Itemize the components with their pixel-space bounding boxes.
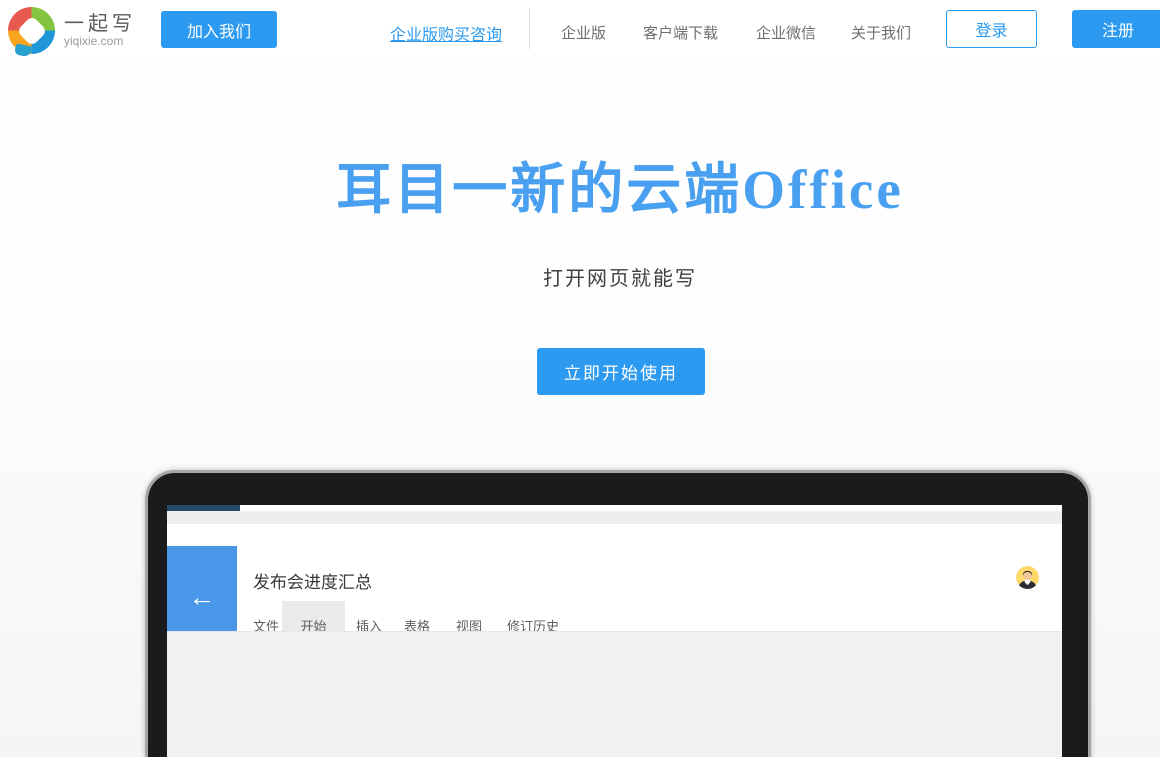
yiqixie-logo-icon [8, 7, 55, 54]
brand-name: 一起写 [64, 13, 136, 35]
login-button[interactable]: 登录 [946, 10, 1037, 48]
hero-title: 耳目一新的云端Office [336, 144, 904, 224]
top-navigation-bar: 一起写 yiqixie.com 加入我们 企业版购买咨询 企业版 客户端下载 企… [0, 0, 1160, 60]
laptop-mockup: ← 发布会进度汇总 文件 开始 插入 表格 视图 修订历史 [145, 470, 1091, 757]
laptop-screen: ← 发布会进度汇总 文件 开始 插入 表格 视图 修订历史 [167, 505, 1062, 757]
editor-header: ← 发布会进度汇总 文件 开始 插入 表格 视图 修订历史 [167, 524, 1062, 631]
logo-tail-shape [14, 43, 33, 57]
logo-white-x-shape [16, 15, 47, 46]
enterprise-consult-link[interactable]: 企业版购买咨询 [390, 21, 502, 45]
join-us-button[interactable]: 加入我们 [161, 11, 277, 48]
register-button[interactable]: 注册 [1072, 10, 1160, 48]
back-arrow-icon: ← [189, 584, 216, 611]
nav-divider [529, 8, 530, 49]
user-avatar[interactable] [1016, 566, 1039, 589]
avatar-person-icon [1016, 566, 1039, 589]
brand-domain: yiqixie.com [64, 35, 136, 48]
editor-canvas-area [167, 631, 1062, 757]
logo-text: 一起写 yiqixie.com [64, 13, 136, 48]
brand-logo[interactable]: 一起写 yiqixie.com [8, 7, 136, 54]
nav-item-enterprise[interactable]: 企业版 [561, 22, 606, 43]
hero-subtitle: 打开网页就能写 [543, 262, 697, 291]
nav-item-about-us[interactable]: 关于我们 [851, 22, 911, 43]
start-now-button[interactable]: 立即开始使用 [537, 348, 705, 395]
screen-top-gray-strip [167, 511, 1062, 524]
nav-item-client-download[interactable]: 客户端下载 [643, 22, 718, 43]
nav-item-enterprise-wechat[interactable]: 企业微信 [756, 22, 816, 43]
document-title: 发布会进度汇总 [253, 568, 372, 593]
